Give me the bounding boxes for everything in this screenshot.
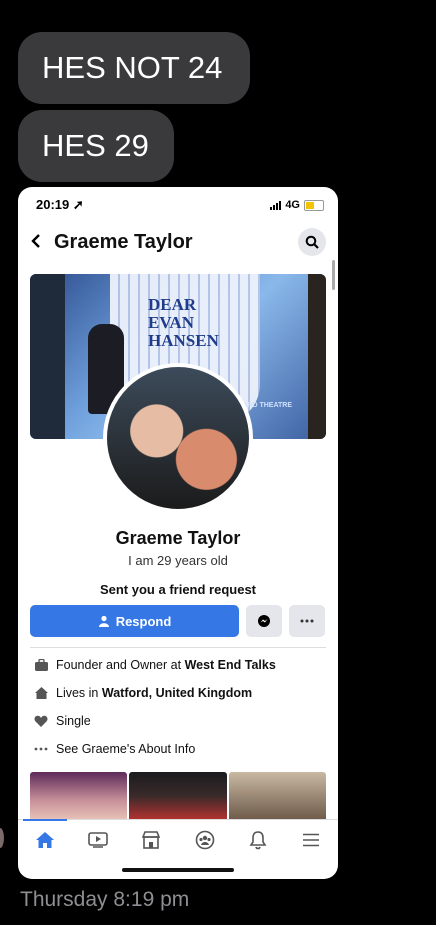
network-label: 4G	[285, 199, 300, 211]
tab-groups[interactable]	[189, 824, 221, 856]
message-timestamp: Thursday 8:19 pm	[20, 888, 190, 911]
ellipsis-icon	[30, 747, 52, 751]
scrollbar[interactable]	[332, 260, 335, 290]
notifications-icon	[249, 831, 267, 850]
signal-icon	[270, 200, 282, 210]
more-icon	[300, 619, 314, 623]
battery-icon	[304, 199, 324, 211]
person-icon	[98, 615, 109, 627]
message-bubble: HES 29	[18, 110, 174, 182]
respond-button[interactable]: Respond	[30, 605, 239, 637]
tab-home[interactable]	[22, 819, 67, 856]
home-icon	[35, 832, 54, 848]
status-time: 20:19 ➚	[36, 197, 84, 212]
message-bubble: HES NOT 24	[18, 32, 250, 104]
tab-menu[interactable]	[295, 824, 327, 856]
tab-notifications[interactable]	[242, 824, 274, 856]
photo-thumbnail[interactable]	[30, 772, 128, 820]
heart-icon	[30, 715, 52, 728]
home-indicator	[122, 868, 234, 872]
relationship-row[interactable]: Single	[30, 707, 326, 735]
back-icon[interactable]	[30, 231, 52, 254]
tab-marketplace[interactable]	[135, 824, 167, 856]
photo-thumbnail[interactable]	[129, 772, 227, 820]
profile-header: Graeme Taylor	[18, 227, 338, 257]
marketplace-icon	[142, 831, 161, 849]
action-row: Respond	[30, 605, 326, 637]
photo-strip	[30, 772, 326, 820]
more-button[interactable]	[289, 605, 325, 637]
tab-bar	[18, 819, 338, 860]
tab-watch[interactable]	[82, 824, 114, 856]
house-icon	[30, 686, 52, 700]
status-bar: 20:19 ➚ 4G	[18, 187, 338, 223]
cover-logo: DEAR EVAN HANSEN	[148, 295, 219, 350]
messenger-icon	[258, 615, 270, 627]
avatar	[0, 828, 4, 848]
watch-icon	[88, 832, 108, 848]
groups-icon	[195, 830, 214, 850]
page-title: Graeme Taylor	[54, 230, 193, 253]
briefcase-icon	[30, 658, 52, 672]
cover-caption: ARD THEATRE	[242, 402, 292, 409]
message-text: HES NOT 24	[42, 50, 223, 85]
profile-name: Graeme Taylor	[115, 528, 241, 548]
respond-label: Respond	[115, 613, 172, 629]
messenger-button[interactable]	[246, 605, 282, 637]
search-icon[interactable]	[298, 228, 326, 256]
screenshot-attachment[interactable]: 20:19 ➚ 4G Graeme Taylor DEAR EVAN HANSE…	[18, 187, 338, 879]
location-row[interactable]: Lives in Watford, United Kingdom	[30, 679, 326, 707]
profile-bio: I am 29 years old	[128, 553, 228, 568]
profile-picture[interactable]	[103, 363, 253, 513]
intro-list: Founder and Owner at West End Talks Live…	[30, 651, 326, 763]
message-text: HES 29	[42, 128, 149, 163]
about-row[interactable]: See Graeme's About Info	[30, 735, 326, 763]
menu-icon	[303, 833, 320, 847]
friend-request-text: Sent you a friend request	[99, 582, 257, 597]
work-row[interactable]: Founder and Owner at West End Talks	[30, 651, 326, 679]
divider	[30, 647, 326, 648]
photo-thumbnail[interactable]	[228, 772, 326, 820]
